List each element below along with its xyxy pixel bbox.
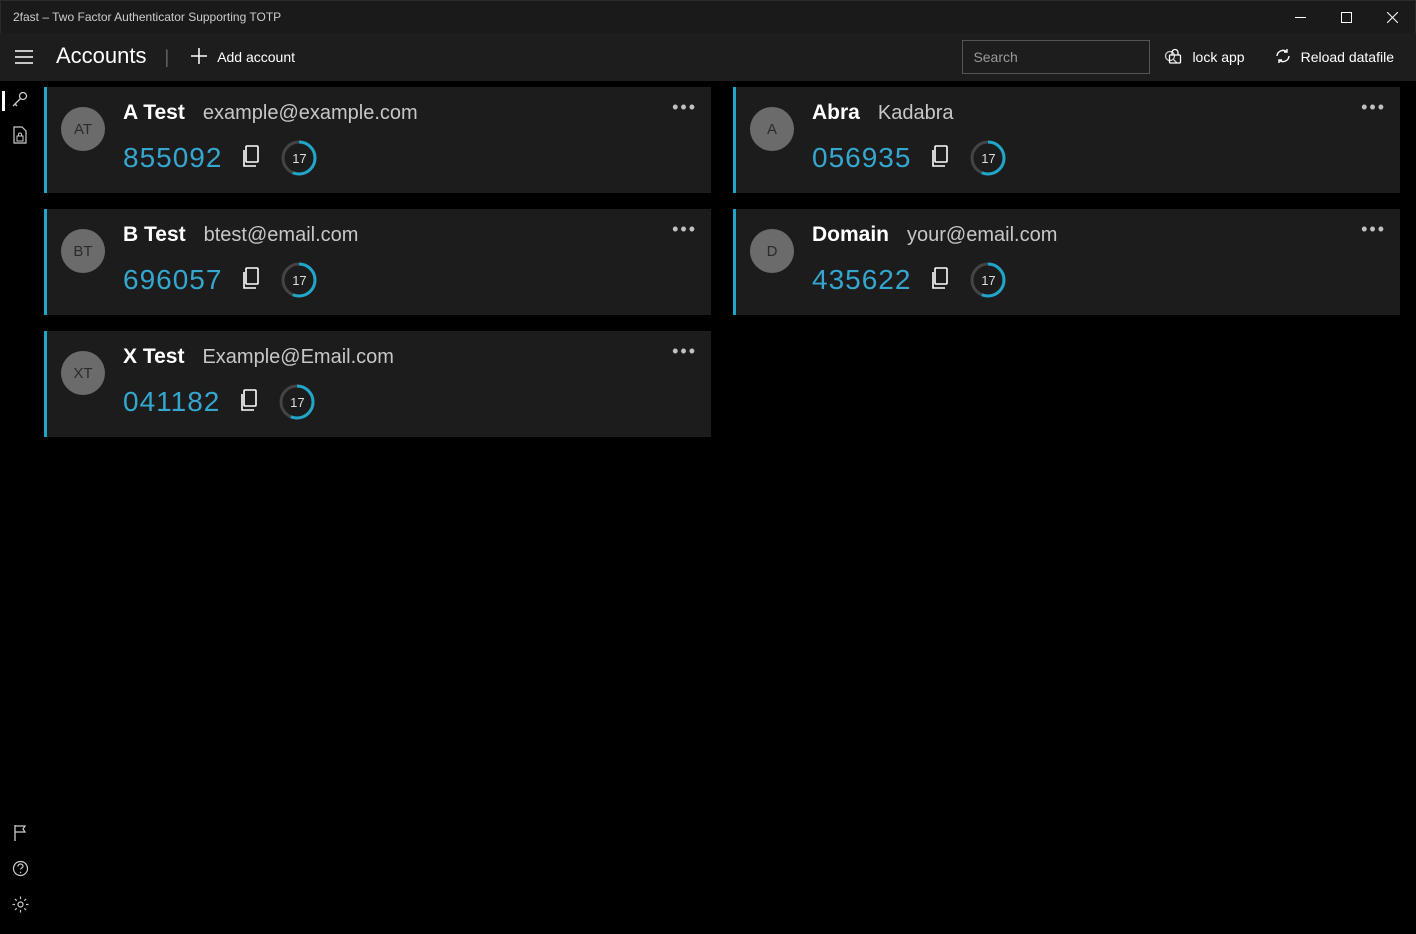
refresh-icon [1275,48,1291,67]
copy-icon [929,266,951,295]
key-icon [11,90,29,113]
more-icon: ••• [1361,219,1386,239]
account-subtitle: example@example.com [203,102,418,125]
countdown-seconds: 17 [981,151,995,166]
maximize-button[interactable] [1323,1,1369,33]
more-icon: ••• [672,97,697,117]
totp-code: 056935 [812,142,911,174]
plus-icon [191,48,207,67]
more-icon: ••• [672,341,697,361]
lock-app-button[interactable]: lock app [1156,42,1256,73]
sidebar-item-feedback[interactable] [0,817,40,853]
help-icon [12,860,29,882]
more-icon: ••• [672,219,697,239]
search-input[interactable] [963,49,1164,65]
window-controls [1277,1,1415,33]
account-card[interactable]: A Abra Kadabra 056935 17 [733,87,1400,193]
countdown-seconds: 17 [292,273,306,288]
minimize-button[interactable] [1277,1,1323,33]
account-subtitle: Example@Email.com [202,346,393,369]
copy-icon [240,144,262,173]
lock-app-label: lock app [1192,49,1244,65]
card-more-button[interactable]: ••• [672,219,697,240]
copy-icon [929,144,951,173]
copy-icon [240,266,262,295]
account-name: X Test [123,345,184,369]
close-button[interactable] [1369,1,1415,33]
account-subtitle: btest@email.com [204,224,359,247]
toolbar: Accounts | Add account lock app Reload d… [0,33,1416,81]
copy-code-button[interactable] [929,266,951,295]
account-subtitle: your@email.com [907,224,1057,247]
card-more-button[interactable]: ••• [1361,219,1386,240]
countdown-seconds: 17 [290,395,304,410]
countdown-ring: 17 [278,383,316,421]
reload-label: Reload datafile [1301,49,1394,65]
avatar: AT [61,107,105,151]
totp-code: 435622 [812,264,911,296]
window-title: 2fast – Two Factor Authenticator Support… [13,10,281,24]
totp-code: 855092 [123,142,222,174]
flag-icon [12,824,28,847]
countdown-ring: 17 [969,139,1007,177]
toolbar-separator: | [159,47,176,68]
sidebar-item-accounts[interactable] [0,83,40,119]
countdown-ring: 17 [280,139,318,177]
sidebar-item-settings[interactable] [0,889,40,925]
countdown-seconds: 17 [292,151,306,166]
card-more-button[interactable]: ••• [672,341,697,362]
titlebar: 2fast – Two Factor Authenticator Support… [0,0,1416,33]
countdown-ring: 17 [969,261,1007,299]
settings-icon [12,896,29,918]
account-name: Abra [812,101,860,125]
add-account-button[interactable]: Add account [181,42,305,73]
copy-icon [238,388,260,417]
more-icon: ••• [1361,97,1386,117]
search-box[interactable] [962,40,1150,74]
account-card[interactable]: D Domain your@email.com 435622 [733,209,1400,315]
avatar: BT [61,229,105,273]
account-card[interactable]: AT A Test example@example.com 855092 [44,87,711,193]
file-lock-icon [12,126,28,149]
copy-code-button[interactable] [240,266,262,295]
account-card[interactable]: BT B Test btest@email.com 696057 [44,209,711,315]
copy-code-button[interactable] [238,388,260,417]
account-name: B Test [123,223,186,247]
add-account-label: Add account [217,49,295,65]
countdown-ring: 17 [280,261,318,299]
card-more-button[interactable]: ••• [672,97,697,118]
card-more-button[interactable]: ••• [1361,97,1386,118]
avatar: A [750,107,794,151]
copy-code-button[interactable] [929,144,951,173]
hamburger-menu-button[interactable] [0,33,48,81]
account-subtitle: Kadabra [878,102,954,125]
account-name: Domain [812,223,889,247]
avatar: D [750,229,794,273]
totp-code: 041182 [123,386,220,418]
page-title: Accounts [54,43,153,71]
countdown-seconds: 17 [981,273,995,288]
sidebar-item-help[interactable] [0,853,40,889]
account-name: A Test [123,101,185,125]
copy-code-button[interactable] [240,144,262,173]
account-card[interactable]: XT X Test Example@Email.com 041182 [44,331,711,437]
avatar: XT [61,351,105,395]
reload-datafile-button[interactable]: Reload datafile [1263,42,1406,73]
sidebar [0,81,40,934]
sidebar-item-datafile[interactable] [0,119,40,155]
accounts-grid: AT A Test example@example.com 855092 [40,81,1416,934]
lock-icon [1168,48,1182,67]
totp-code: 696057 [123,264,222,296]
